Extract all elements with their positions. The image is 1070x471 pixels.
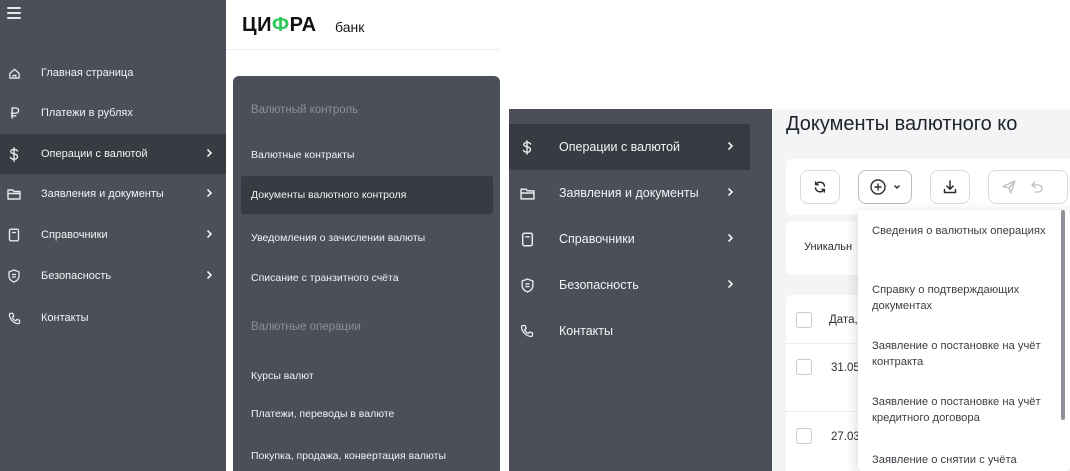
phone-icon <box>519 323 535 339</box>
chevron-right-icon <box>206 229 213 239</box>
refresh-icon <box>814 181 826 193</box>
create-dropdown-menu: Сведения о валютных операциях Справку о … <box>858 210 1070 471</box>
row-checkbox[interactable] <box>796 428 812 444</box>
sidebar-item-label: Операции с валютой <box>41 148 148 160</box>
menu-item-deregistration[interactable]: Заявление о снятии с учёта <box>872 452 1052 468</box>
currency-submenu: Валютный контроль Валютные контракты Док… <box>233 76 500 471</box>
dollar-icon <box>519 139 535 155</box>
sidebar-item-label: Безопасность <box>41 270 112 282</box>
menu-item-contract-registration[interactable]: Заявление о постановке на учёт контракта <box>872 338 1052 370</box>
sidebar-item-label: Заявления и документы <box>41 188 164 200</box>
sidebar-main: Главная страница Платежи в рублях Операц… <box>0 0 226 471</box>
sidebar-item-label: Платежи в рублях <box>41 107 133 119</box>
filter-label: Уникальн <box>804 241 853 253</box>
chevron-right-icon <box>727 233 734 243</box>
brand-logo[interactable]: ЦИФРА <box>242 14 317 37</box>
sidebar-item-applications[interactable]: Заявления и документы <box>0 174 226 214</box>
send-icon[interactable] <box>1001 179 1017 195</box>
page-title: Документы валютного ко <box>786 113 1018 135</box>
chevron-right-icon <box>206 188 213 198</box>
submenu-section-title: Валютный контроль <box>251 104 359 116</box>
sidebar-item-directories[interactable]: Справочники <box>509 216 772 262</box>
submenu-item-exchange-rates[interactable]: Курсы валют <box>241 357 493 395</box>
sidebar-item-currency-operations[interactable]: Операции с валютой <box>509 124 750 170</box>
sidebar-item-label: Справочники <box>559 232 635 246</box>
brand-name: ЦИФРА <box>242 14 317 36</box>
table-row-date[interactable]: 31.05 <box>831 362 860 374</box>
sidebar-item-security[interactable]: Безопасность <box>509 262 772 308</box>
sidebar-item-applications[interactable]: Заявления и документы <box>509 170 772 216</box>
sidebar-item-security[interactable]: Безопасность <box>0 256 226 296</box>
brand-sub: банк <box>335 19 365 35</box>
create-button[interactable] <box>858 170 912 204</box>
submenu-item-credit-notices[interactable]: Уведомления о зачислении валюты <box>241 219 493 257</box>
sidebar-item-directories[interactable]: Справочники <box>0 215 226 255</box>
chevron-right-icon <box>206 270 213 280</box>
submenu-item-currency-control-docs[interactable]: Документы валютного контроля <box>241 176 493 214</box>
phone-icon <box>7 311 21 325</box>
menu-scrollbar[interactable] <box>1061 210 1065 420</box>
sidebar-item-currency-operations[interactable]: Операции с валютой <box>0 134 226 174</box>
menu-icon[interactable] <box>7 7 21 19</box>
menu-item-supporting-docs-certificate[interactable]: Справку о подтверждающих документах <box>872 282 1052 314</box>
menu-item-currency-operations-info[interactable]: Сведения о валютных операциях <box>872 223 1052 239</box>
book-icon <box>7 228 21 242</box>
home-icon <box>7 66 21 80</box>
row-checkbox[interactable] <box>796 359 812 375</box>
menu-item-loan-registration[interactable]: Заявление о постановке на учёт кредитног… <box>872 394 1052 426</box>
dollar-icon <box>7 146 21 162</box>
header-logo-area: ЦИФРА банк <box>226 0 500 50</box>
screenshot-stage: Главная страница Платежи в рублях Операц… <box>0 0 1070 471</box>
book-icon <box>519 231 535 247</box>
undo-icon[interactable] <box>1029 179 1045 195</box>
select-all-checkbox[interactable] <box>796 312 812 328</box>
sidebar-item-home[interactable]: Главная страница <box>0 53 226 93</box>
sidebar-item-contacts[interactable]: Контакты <box>509 308 772 354</box>
sidebar-item-label: Контакты <box>41 312 89 324</box>
shield-icon <box>7 269 21 283</box>
submenu-item-transit-writeoff[interactable]: Списание с транзитного счёта <box>241 259 493 297</box>
column-header-date: Дата, <box>829 314 858 326</box>
sidebar-item-ruble-payments[interactable]: Платежи в рублях <box>0 93 226 133</box>
submenu-item-currency-payments[interactable]: Платежи, переводы в валюте <box>241 395 493 433</box>
toolbar <box>786 159 1070 215</box>
chevron-right-icon <box>727 141 734 151</box>
sidebar-item-label: Контакты <box>559 324 613 338</box>
submenu-item-currency-contracts[interactable]: Валютные контракты <box>241 136 493 174</box>
sidebar-item-label: Безопасность <box>559 278 639 292</box>
sidebar-item-label: Операции с валютой <box>559 140 681 154</box>
sidebar-item-label: Заявления и документы <box>559 186 699 200</box>
download-button[interactable] <box>930 170 970 204</box>
folder-icon <box>7 187 21 201</box>
submenu-item-currency-exchange[interactable]: Покупка, продажа, конвертация валюты <box>241 437 493 471</box>
sidebar-zoomed: Операции с валютой Заявления и документы… <box>509 109 772 471</box>
sidebar-item-contacts[interactable]: Контакты <box>0 298 226 338</box>
folder-icon <box>519 185 535 201</box>
plus-circle-icon <box>870 179 886 195</box>
chevron-right-icon <box>727 279 734 289</box>
shield-icon <box>519 277 535 293</box>
chevron-right-icon <box>206 148 213 158</box>
chevron-right-icon <box>727 187 734 197</box>
refresh-button[interactable] <box>800 170 840 204</box>
ruble-icon <box>7 106 21 120</box>
send-recall-group <box>988 170 1068 204</box>
download-icon <box>943 180 957 194</box>
table-row-date[interactable]: 27.03 <box>831 431 860 443</box>
sidebar-item-label: Справочники <box>41 229 108 241</box>
submenu-section-title: Валютные операции <box>251 321 361 333</box>
chevron-down-icon <box>894 185 900 189</box>
sidebar-item-label: Главная страница <box>41 67 134 79</box>
